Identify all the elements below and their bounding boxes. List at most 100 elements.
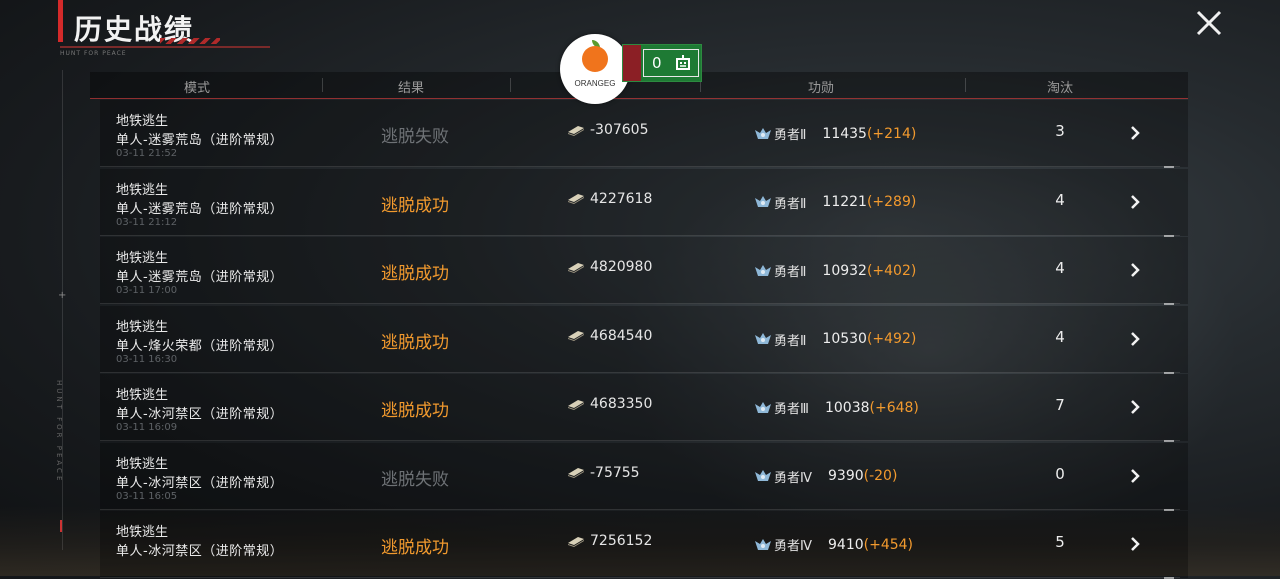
title-underline <box>60 46 270 48</box>
elimination-count: 7 <box>1055 396 1065 414</box>
score-value: 0 <box>652 54 662 72</box>
match-row[interactable]: 地铁逃生 单人-冰河禁区（进阶常规） 逃脱成功 7256152 勇者Ⅳ 9410 (+454… <box>90 511 1188 579</box>
cash-icon <box>568 262 584 273</box>
mode-map: 单人-迷雾荒岛（进阶常规） <box>116 270 284 285</box>
money-cell: 4683350 <box>566 396 652 412</box>
money-value: -75755 <box>590 464 640 481</box>
rank-name: 勇者Ⅳ <box>774 539 812 554</box>
match-result: 逃脱成功 <box>381 332 449 353</box>
rank-badge-icon <box>755 538 771 550</box>
money-value: -307605 <box>590 122 649 138</box>
merit-value: 11435 <box>822 125 867 142</box>
title-accent-bar <box>58 0 63 42</box>
header-separator <box>965 78 966 92</box>
match-row[interactable]: 地铁逃生 单人-冰河禁区（进阶常规） 03-11 16:05 逃脱失败 -75755 勇者… <box>90 442 1188 511</box>
money-value: 4684540 <box>590 327 653 344</box>
orange-badge: ORANGEG <box>560 34 630 104</box>
chevron-right-icon <box>1131 194 1140 209</box>
money-cell: 4227618 <box>566 191 652 207</box>
elimination-count: 4 <box>1055 327 1065 346</box>
elimination-count: 4 <box>1055 259 1065 277</box>
money-value: 4683350 <box>590 396 653 412</box>
chevron-right-icon <box>1131 126 1140 140</box>
row-divider <box>100 371 1180 373</box>
rank-name: 勇者Ⅱ <box>774 128 807 143</box>
merit-delta: (+402) <box>866 262 917 279</box>
mode-category: 地铁逃生 <box>116 182 169 198</box>
rank-name: 勇者Ⅱ <box>774 265 807 280</box>
rank-badge-icon <box>755 264 771 276</box>
cash-icon <box>568 536 584 547</box>
merit-value: 9410 <box>828 536 864 553</box>
merit-cell: 勇者Ⅳ 9390 (-20) <box>754 467 897 486</box>
match-time: 03-11 21:52 <box>116 148 178 159</box>
score-inner-frame: 0 <box>643 49 699 77</box>
match-time: 03-11 16:05 <box>116 490 178 502</box>
match-result: 逃脱成功 <box>381 538 449 558</box>
mode-category: 地铁逃生 <box>116 388 169 403</box>
match-time: 03-11 21:12 <box>116 216 178 228</box>
merit-value: 10530 <box>822 331 867 347</box>
side-caption: HUNT FOR PEACE <box>55 380 63 484</box>
plus-mark: + <box>58 290 67 301</box>
chevron-right-icon <box>1131 400 1140 414</box>
rank-badge-icon <box>755 401 771 413</box>
match-result: 逃脱失败 <box>381 469 449 490</box>
merit-delta: (+492) <box>866 331 917 347</box>
merit-cell: 勇者Ⅲ 10038 (+648) <box>754 398 919 417</box>
money-cell: 4684540 <box>566 328 652 344</box>
chevron-right-icon <box>1131 331 1140 346</box>
row-divider <box>100 508 1180 510</box>
mode-map: 单人-烽火荣都（进阶常规） <box>116 338 284 354</box>
money-cell: -307605 <box>566 122 649 138</box>
mode-map: 单人-迷雾荒岛（进阶常规） <box>116 201 284 217</box>
merit-cell: 勇者Ⅱ 10932 (+402) <box>754 261 916 280</box>
elimination-count: 5 <box>1055 533 1065 551</box>
match-row[interactable]: 地铁逃生 单人-冰河禁区（进阶常规） 03-11 16:09 逃脱成功 4683350 勇… <box>90 374 1188 442</box>
header-separator <box>510 78 511 92</box>
match-time: 03-11 17:00 <box>116 285 178 296</box>
match-time: 03-11 16:30 <box>116 353 178 365</box>
match-row[interactable]: 地铁逃生 单人-迷雾荒岛（进阶常规） 03-11 21:12 逃脱成功 4227618 勇… <box>90 168 1188 237</box>
money-value: 4820980 <box>590 259 653 275</box>
elimination-count: 0 <box>1055 464 1065 483</box>
elimination-count: 3 <box>1055 122 1065 140</box>
header-result: 结果 <box>397 81 425 96</box>
money-value: 7256152 <box>590 533 653 549</box>
header-eliminations: 淘汰 <box>1046 81 1074 96</box>
merit-cell: 勇者Ⅱ 10530 (+492) <box>754 330 916 349</box>
mode-category: 地铁逃生 <box>116 319 169 335</box>
header-separator <box>322 78 323 92</box>
money-cell: -75755 <box>566 465 640 481</box>
side-red-tick <box>60 520 62 532</box>
match-result: 逃脱成功 <box>381 401 449 421</box>
match-row[interactable]: 地铁逃生 单人-迷雾荒岛（进阶常规） 03-11 17:00 逃脱成功 4820980 勇… <box>90 237 1188 305</box>
row-divider <box>100 166 1180 167</box>
mode-category: 地铁逃生 <box>116 525 169 540</box>
cash-icon <box>568 468 584 478</box>
merit-value: 10038 <box>824 399 870 416</box>
row-divider <box>100 303 1180 304</box>
rank-badge-icon <box>755 127 771 139</box>
mode-map: 单人-冰河禁区（进阶常规） <box>116 407 284 422</box>
merit-delta: (+648) <box>869 399 919 416</box>
cash-icon <box>568 125 584 136</box>
row-divider <box>100 440 1180 441</box>
match-result: 逃脱失败 <box>381 127 449 147</box>
merit-value: 9390 <box>828 468 864 484</box>
elimination-count: 4 <box>1055 190 1065 209</box>
mode-category: 地铁逃生 <box>116 114 169 129</box>
merit-cell: 勇者Ⅱ 11435 (+214) <box>754 124 916 143</box>
header-mode: 模式 <box>183 81 211 96</box>
close-button[interactable] <box>1192 6 1226 40</box>
match-row[interactable]: 地铁逃生 单人-迷雾荒岛（进阶常规） 03-11 21:52 逃脱失败 -307605 勇… <box>90 100 1188 168</box>
orange-icon <box>582 46 608 72</box>
score-widget: 0 <box>622 44 702 82</box>
rank-badge-icon <box>755 333 771 344</box>
merit-value: 10932 <box>822 262 867 279</box>
mode-category: 地铁逃生 <box>116 251 169 266</box>
rank-name: 勇者Ⅱ <box>774 333 807 349</box>
title-stripes <box>160 38 220 44</box>
score-red-block <box>623 45 641 81</box>
match-row[interactable]: 地铁逃生单人-烽火荣都（进阶常规） 03-11 16:30 逃脱成功 4684540 勇… <box>90 305 1188 374</box>
